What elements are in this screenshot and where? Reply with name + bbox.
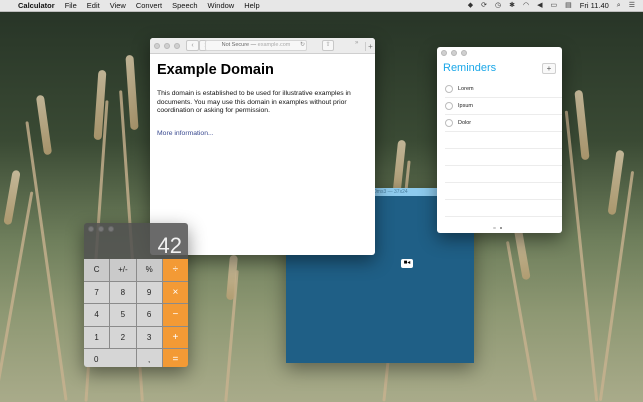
menu-app-name[interactable]: Calculator	[18, 0, 55, 11]
grass-head	[35, 94, 53, 156]
menu-help[interactable]: Help	[244, 0, 259, 11]
reminder-label: Dolor	[458, 120, 472, 126]
overflow-icon[interactable]: »	[355, 40, 358, 46]
safari-toolbar: ‹ › Not Secure — example.com ↻ ⇧ » +	[150, 38, 375, 54]
window-controls	[441, 50, 558, 56]
reminders-title: Reminders	[443, 62, 497, 74]
digit-1-button[interactable]: 1	[84, 326, 110, 349]
checkbox-circle-icon[interactable]	[445, 102, 453, 110]
sync-icon[interactable]: ⟳	[481, 0, 487, 11]
grass-head	[3, 169, 21, 226]
close-button[interactable]	[88, 226, 94, 232]
page-title: Example Domain	[157, 62, 274, 78]
reminders-list: Lorem Ipsum Dolor	[437, 81, 562, 217]
digit-5-button[interactable]: 5	[110, 304, 136, 326]
grass-stalk	[25, 121, 68, 401]
wifi-icon[interactable]: ◠	[523, 0, 529, 11]
volume-icon[interactable]: ◀	[537, 0, 542, 11]
grass-head	[513, 224, 531, 281]
flag-icon[interactable]: ▤	[565, 0, 572, 11]
calculator-display: 42	[84, 223, 188, 259]
clear-button[interactable]: C	[84, 259, 110, 281]
timemachine-icon[interactable]: ◷	[495, 0, 501, 11]
list-item[interactable]: Lorem	[445, 81, 562, 98]
new-tab-button[interactable]: +	[365, 42, 375, 51]
address-host: example.com	[257, 42, 291, 48]
calculator-window: 42 C +/- % ÷ 7 8 9 × 4 5 6 − 1 2 3 + 0 ,…	[84, 223, 188, 367]
list-item[interactable]: Dolor	[445, 115, 562, 132]
add-reminder-button[interactable]: +	[542, 63, 556, 74]
sign-button[interactable]: +/-	[110, 259, 136, 281]
close-button[interactable]	[441, 50, 447, 56]
bluetooth-icon[interactable]: ✱	[509, 0, 515, 11]
digit-4-button[interactable]: 4	[84, 304, 110, 326]
zoom-button[interactable]	[174, 42, 180, 49]
empty-row[interactable]	[445, 132, 562, 149]
empty-row[interactable]	[445, 183, 562, 200]
reminders-header: Reminders +	[437, 62, 562, 78]
more-info-link[interactable]: More information...	[157, 130, 214, 137]
zoom-button[interactable]	[461, 50, 467, 56]
grass-head	[125, 54, 139, 131]
multiply-button[interactable]: ×	[162, 281, 188, 304]
address-bar[interactable]: Not Secure — example.com	[205, 40, 307, 51]
reload-icon[interactable]: ↻	[300, 41, 305, 48]
add-button[interactable]: +	[162, 326, 188, 349]
digit-2-button[interactable]: 2	[110, 326, 136, 349]
page-indicator	[493, 226, 502, 229]
grass-head	[607, 149, 625, 216]
web-page: Example Domain This domain is establishe…	[150, 54, 375, 148]
menu-view[interactable]: View	[110, 0, 126, 11]
empty-row[interactable]	[445, 200, 562, 217]
close-button[interactable]	[154, 42, 160, 49]
digit-0-button[interactable]: 0	[84, 349, 136, 367]
page-dot[interactable]	[493, 226, 496, 229]
minimize-button[interactable]	[98, 226, 104, 232]
minimize-button[interactable]	[451, 50, 457, 56]
reminder-label: Lorem	[458, 86, 474, 92]
video-camera-icon: ■◂	[401, 259, 413, 268]
address-security-label: Not Secure —	[221, 42, 258, 48]
clock[interactable]: Fri 11.40	[580, 0, 609, 11]
digit-9-button[interactable]: 9	[136, 281, 162, 304]
empty-row[interactable]	[445, 166, 562, 183]
list-icon[interactable]: ☰	[629, 0, 635, 11]
page-paragraph: This domain is established to be used fo…	[157, 90, 351, 114]
digit-6-button[interactable]: 6	[136, 304, 162, 326]
menu-window[interactable]: Window	[208, 0, 235, 11]
equals-button[interactable]: =	[162, 349, 188, 367]
list-item[interactable]: Ipsum	[445, 98, 562, 115]
menu-bar: Calculator File Edit View Convert Speech…	[0, 0, 643, 12]
reminders-window: Reminders + Lorem Ipsum Dolor	[437, 47, 562, 233]
share-icon[interactable]: ⇧	[322, 40, 334, 51]
search-icon[interactable]: ⌕	[617, 0, 621, 11]
back-button[interactable]: ‹	[186, 40, 199, 51]
battery-icon[interactable]: ▭	[551, 0, 558, 11]
dropbox-icon[interactable]: ◆	[468, 0, 473, 11]
page-dot-active[interactable]	[499, 226, 502, 229]
menu-speech[interactable]: Speech	[172, 0, 197, 11]
digit-8-button[interactable]: 8	[110, 281, 136, 304]
decimal-button[interactable]: ,	[136, 349, 162, 367]
calculator-keypad: C +/- % ÷ 7 8 9 × 4 5 6 − 1 2 3 + 0 , =	[84, 259, 188, 367]
checkbox-circle-icon[interactable]	[445, 85, 453, 93]
minimize-button[interactable]	[164, 42, 170, 49]
menu-convert[interactable]: Convert	[136, 0, 162, 11]
window-controls	[154, 42, 180, 49]
grass-head	[574, 89, 590, 161]
digit-7-button[interactable]: 7	[84, 281, 110, 304]
reminders-titlebar	[437, 47, 562, 62]
window-controls	[88, 226, 114, 232]
subtract-button[interactable]: −	[162, 304, 188, 326]
divide-button[interactable]: ÷	[162, 259, 188, 281]
reminder-label: Ipsum	[458, 103, 473, 109]
menu-edit[interactable]: Edit	[87, 0, 100, 11]
zoom-button[interactable]	[108, 226, 114, 232]
percent-button[interactable]: %	[136, 259, 162, 281]
digit-3-button[interactable]: 3	[136, 326, 162, 349]
checkbox-circle-icon[interactable]	[445, 119, 453, 127]
calculator-readout: 42	[157, 233, 182, 258]
empty-row[interactable]	[445, 149, 562, 166]
menu-file[interactable]: File	[65, 0, 77, 11]
